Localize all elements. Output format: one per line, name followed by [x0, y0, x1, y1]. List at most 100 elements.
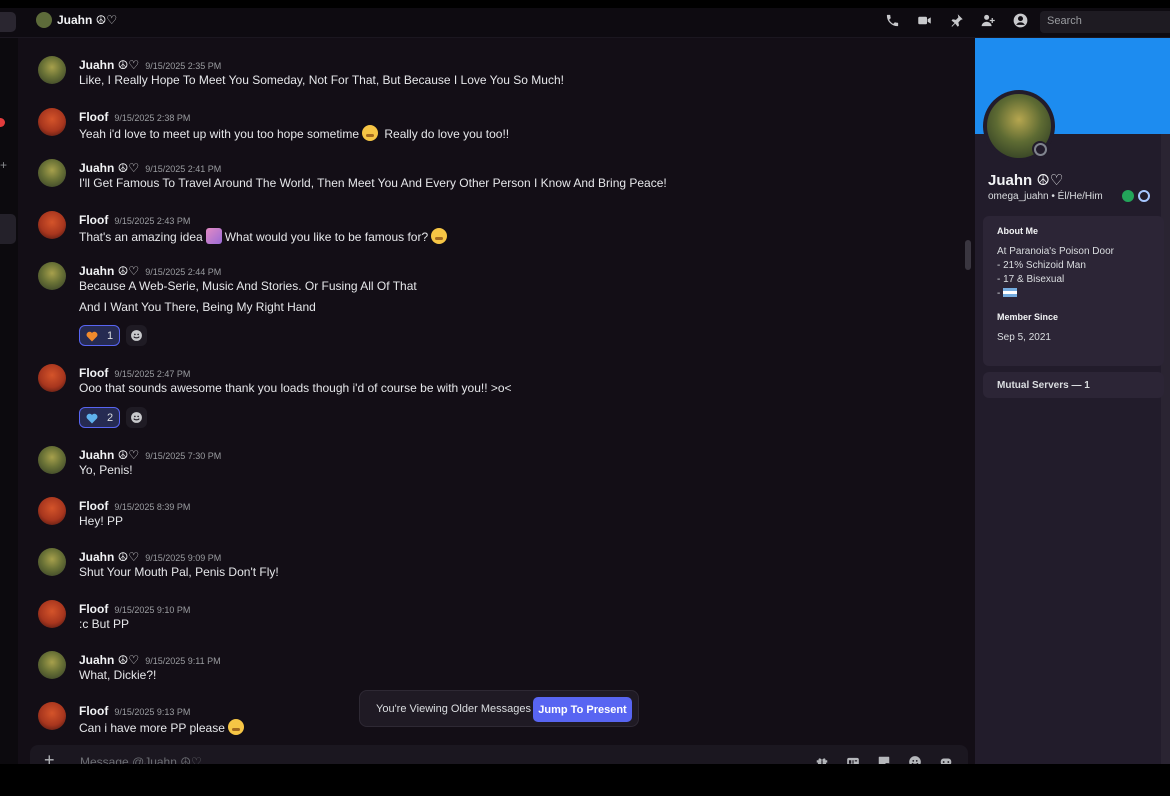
- message-text: And I Want You There, Being My Right Han…: [79, 300, 316, 314]
- user-profile-panel: Juahn ☮♡ omega_juahn • Él/He/Him About M…: [975, 38, 1170, 764]
- server-rail: +: [0, 38, 18, 764]
- offline-status-icon: [1032, 141, 1048, 157]
- avatar[interactable]: [38, 702, 66, 730]
- notification-badge: [0, 118, 5, 127]
- reaction-count: 2: [107, 411, 114, 424]
- upload-plus-icon[interactable]: +: [44, 750, 55, 764]
- older-messages-text: You're Viewing Older Messages: [376, 703, 531, 715]
- jump-to-present-button[interactable]: Jump To Present: [533, 697, 632, 722]
- reaction-blue-heart[interactable]: 2: [79, 407, 120, 428]
- member-since-date: Sep 5, 2021: [997, 332, 1051, 343]
- timestamp: 9/15/2025 9:09 PM: [145, 553, 222, 563]
- timestamp: 9/15/2025 2:41 PM: [145, 164, 222, 174]
- timestamp: 9/15/2025 9:11 PM: [145, 656, 221, 666]
- avatar[interactable]: [38, 56, 66, 84]
- hushed-face-icon: [431, 228, 448, 244]
- timestamp: 9/15/2025 7:30 PM: [145, 451, 222, 461]
- sticker-icon[interactable]: [875, 754, 892, 764]
- avatar[interactable]: [38, 364, 66, 392]
- message-text: Ooo that sounds awesome thank you loads …: [79, 381, 512, 395]
- reaction-count: 1: [107, 329, 114, 342]
- author-name[interactable]: Juahn ☮♡: [79, 161, 139, 175]
- avatar[interactable]: [38, 159, 66, 187]
- profile-badges: [1122, 190, 1150, 202]
- avatar[interactable]: [38, 651, 66, 679]
- add-reaction-button[interactable]: [126, 325, 147, 346]
- about-line-prefix: -: [997, 288, 1001, 299]
- about-line: - 17 & Bisexual: [997, 274, 1065, 285]
- author-name[interactable]: Juahn ☮♡: [79, 448, 139, 462]
- message-text-part: Yeah i'd love to meet up with you too ho…: [79, 127, 360, 141]
- author-name[interactable]: Juahn ☮♡: [79, 653, 139, 667]
- avatar[interactable]: [38, 262, 66, 290]
- pleading-face-icon: [362, 125, 379, 141]
- hypesquad-badge-icon[interactable]: [1122, 190, 1134, 202]
- message-text: What, Dickie?!: [79, 668, 157, 682]
- gift-icon[interactable]: [813, 754, 830, 764]
- server-rail-stub[interactable]: [0, 12, 16, 32]
- message-text-part: Can i have more PP please: [79, 721, 225, 735]
- gif-icon[interactable]: [844, 754, 861, 764]
- mutual-servers-row[interactable]: Mutual Servers — 1: [983, 372, 1164, 398]
- apps-icon[interactable]: [937, 754, 954, 764]
- message-text: Shut Your Mouth Pal, Penis Don't Fly!: [79, 565, 279, 579]
- author-name[interactable]: Floof: [79, 499, 108, 513]
- author-name[interactable]: Juahn ☮♡: [79, 264, 139, 278]
- author-name[interactable]: Floof: [79, 704, 108, 718]
- emoji-icon[interactable]: [906, 754, 923, 764]
- reaction-orange-heart[interactable]: 1: [79, 325, 120, 346]
- user-profile-icon[interactable]: [1012, 12, 1029, 29]
- dm-avatar-icon: [36, 12, 52, 28]
- avatar[interactable]: [38, 548, 66, 576]
- message-text-part: What would you like to be famous for?: [224, 230, 429, 244]
- avatar[interactable]: [38, 211, 66, 239]
- avatar[interactable]: [38, 108, 66, 136]
- message-text: Because A Web-Serie, Music And Stories. …: [79, 279, 417, 293]
- timestamp: 9/15/2025 2:38 PM: [114, 113, 191, 123]
- timestamp: 9/15/2025 2:43 PM: [114, 216, 191, 226]
- author-name[interactable]: Floof: [79, 366, 108, 380]
- about-line: -: [997, 288, 1018, 299]
- dm-title: Juahn ☮♡: [57, 13, 118, 27]
- custom-emoji-icon: [205, 228, 222, 244]
- profile-username[interactable]: omega_juahn: [988, 191, 1049, 202]
- timestamp: 9/15/2025 2:44 PM: [145, 267, 222, 277]
- composer-toolbar: [813, 754, 954, 764]
- scrollbar-thumb[interactable]: [965, 240, 971, 270]
- author-name[interactable]: Juahn ☮♡: [79, 58, 139, 72]
- timestamp: 9/15/2025 9:10 PM: [114, 605, 191, 615]
- timestamp: 9/15/2025 9:13 PM: [114, 707, 191, 717]
- video-call-icon[interactable]: [916, 12, 933, 29]
- orange-heart-icon: [86, 331, 98, 341]
- author-name[interactable]: Floof: [79, 213, 108, 227]
- pin-icon[interactable]: [948, 12, 965, 29]
- add-reaction-button[interactable]: [126, 407, 147, 428]
- server-tile[interactable]: [0, 214, 16, 244]
- author-name[interactable]: Floof: [79, 110, 108, 124]
- add-icon[interactable]: +: [0, 158, 7, 172]
- message-input[interactable]: Message @Juahn ☮♡: [80, 755, 202, 764]
- author-name[interactable]: Juahn ☮♡: [79, 550, 139, 564]
- message-text: :c But PP: [79, 617, 130, 631]
- about-line: - 21% Schizoid Man: [997, 260, 1086, 271]
- avatar[interactable]: [38, 600, 66, 628]
- add-friends-icon[interactable]: [980, 12, 997, 29]
- mutual-servers-label: Mutual Servers — 1: [997, 380, 1090, 391]
- header-toolbar: [884, 12, 1029, 29]
- message-list: Juahn ☮♡ 9/15/2025 2:35 PM Like, I Really…: [18, 38, 975, 764]
- profile-username-line: omega_juahn • Él/He/Him: [988, 191, 1103, 202]
- screen-frame: Juahn ☮♡ Search + Juahn ☮♡ 9/15/2025 2:3…: [0, 0, 1170, 796]
- message-text: That's an amazing idea What would you lik…: [79, 228, 450, 244]
- phone-call-icon[interactable]: [884, 12, 901, 29]
- author-name[interactable]: Floof: [79, 602, 108, 616]
- avatar[interactable]: [38, 497, 66, 525]
- profile-pronouns: Él/He/Him: [1057, 191, 1103, 202]
- avatar[interactable]: [38, 446, 66, 474]
- blue-heart-icon: [86, 413, 98, 423]
- discord-window: Juahn ☮♡ Search + Juahn ☮♡ 9/15/2025 2:3…: [0, 8, 1170, 764]
- search-input[interactable]: Search: [1040, 11, 1170, 33]
- nitro-badge-icon[interactable]: [1138, 190, 1150, 202]
- timestamp: 9/15/2025 2:35 PM: [145, 61, 222, 71]
- message-text-part: Really do love you too!!: [384, 127, 510, 141]
- channel-header: Juahn ☮♡ Search: [0, 8, 1170, 38]
